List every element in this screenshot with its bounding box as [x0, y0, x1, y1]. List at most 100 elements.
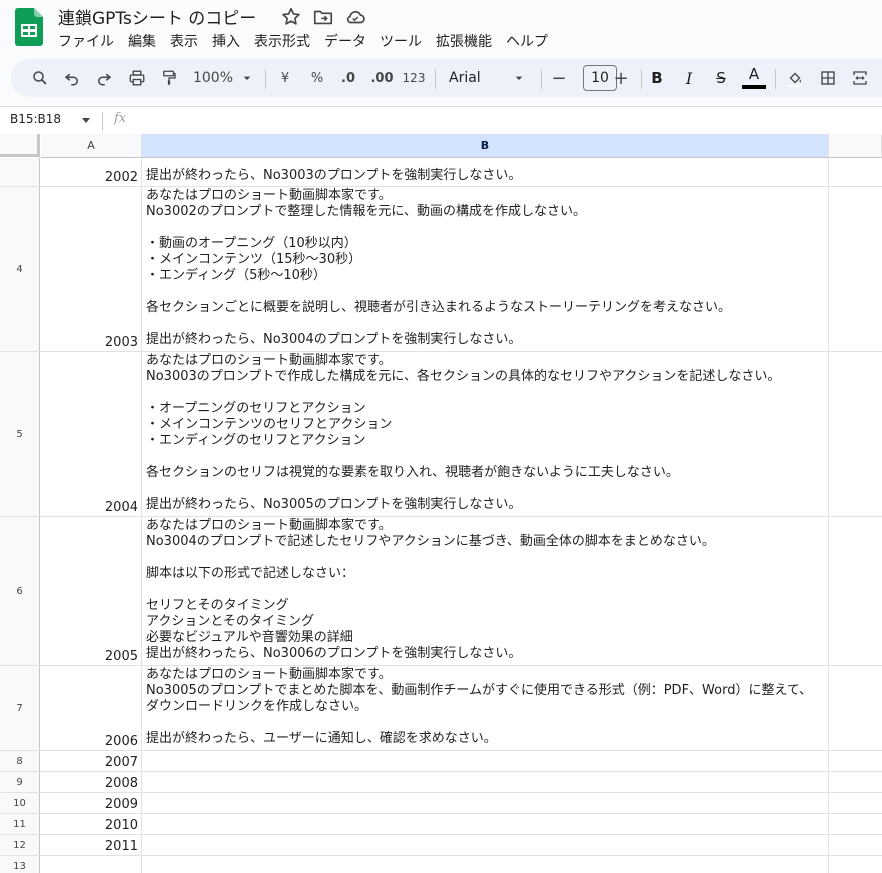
cell-c[interactable] [829, 517, 882, 665]
undo-button[interactable] [61, 59, 83, 97]
menu-format[interactable]: 表示形式 [247, 30, 317, 52]
search-menus-button[interactable] [29, 59, 51, 97]
cell-a[interactable] [41, 856, 142, 873]
format-currency-button[interactable]: ¥ [275, 59, 295, 97]
cell-c[interactable] [829, 835, 882, 855]
redo-button[interactable] [93, 59, 115, 97]
column-header-c[interactable] [829, 134, 882, 158]
print-button[interactable] [125, 59, 149, 97]
zoom-dropdown[interactable] [239, 59, 255, 97]
menu-help[interactable]: ヘルプ [499, 30, 555, 52]
italic-button[interactable]: I [679, 59, 699, 97]
table-row: 12 2011 [0, 835, 882, 856]
cell-a[interactable]: 2008 [41, 772, 142, 792]
cell-a[interactable]: 2006 [41, 666, 142, 750]
select-all-corner[interactable] [0, 134, 40, 157]
document-title[interactable]: 連鎖GPTsシート のコピー [58, 4, 256, 29]
font-family-select[interactable]: Arial [449, 59, 505, 97]
decrease-font-size-button[interactable]: − [549, 59, 569, 97]
cell-a[interactable]: 2009 [41, 793, 142, 813]
merge-cells-button[interactable] [849, 59, 871, 97]
menu-insert[interactable]: 挿入 [205, 30, 247, 52]
cell-b[interactable] [142, 772, 829, 792]
column-header-a[interactable]: A [41, 134, 142, 158]
cell-b[interactable] [142, 751, 829, 771]
menu-bar: ファイル 編集 表示 挿入 表示形式 データ ツール 拡張機能 ヘルプ [58, 30, 555, 52]
text-color-button[interactable]: A [742, 63, 766, 89]
cell-b[interactable]: 提出が終わったら、No3003のプロンプトを強制実行しなさい。 [142, 158, 829, 186]
borders-button[interactable] [817, 59, 839, 97]
menu-data[interactable]: データ [317, 30, 373, 52]
increase-font-size-button[interactable]: + [611, 59, 631, 97]
zoom-select[interactable]: 100% [191, 59, 235, 97]
cell-c[interactable] [829, 352, 882, 516]
row-header[interactable]: 4 [0, 187, 40, 351]
cell-b[interactable] [142, 856, 829, 873]
cloud-status-icon[interactable] [344, 6, 366, 28]
fill-color-icon [788, 72, 802, 87]
cell-b[interactable] [142, 814, 829, 834]
sheets-logo-icon[interactable] [15, 8, 43, 46]
menu-file[interactable]: ファイル [58, 30, 121, 52]
cell-c[interactable] [829, 772, 882, 792]
row-header[interactable]: 10 [0, 793, 40, 813]
increase-decimal-button[interactable]: .00 [367, 59, 397, 97]
row-header[interactable]: 11 [0, 814, 40, 834]
cell-c[interactable] [829, 814, 882, 834]
paint-format-icon [163, 70, 176, 85]
toolbar-divider [775, 69, 776, 89]
table-row: 9 2008 [0, 772, 882, 793]
more-formats-button[interactable]: 123 [401, 59, 427, 97]
cell-b[interactable]: あなたはプロのショート動画脚本家です。 No3004のプロンプトで記述したセリフ… [142, 517, 829, 665]
row-header[interactable]: 12 [0, 835, 40, 855]
cell-c[interactable] [829, 793, 882, 813]
cell-a[interactable]: 2010 [41, 814, 142, 834]
bold-button[interactable]: B [647, 59, 667, 97]
format-percent-button[interactable]: % [307, 59, 327, 97]
row-header[interactable]: 6 [0, 517, 40, 665]
menu-view[interactable]: 表示 [163, 30, 205, 52]
cell-a[interactable]: 2007 [41, 751, 142, 771]
menu-extensions[interactable]: 拡張機能 [429, 30, 499, 52]
cell-c[interactable] [829, 158, 882, 186]
row-header[interactable]: 8 [0, 751, 40, 771]
strikethrough-button[interactable]: S [711, 59, 731, 97]
cell-a[interactable]: 2005 [41, 517, 142, 665]
cell-b[interactable] [142, 793, 829, 813]
name-box[interactable]: B15:B18 [10, 112, 61, 126]
cell-c[interactable] [829, 751, 882, 771]
fill-color-button[interactable] [783, 59, 807, 97]
table-row: 5 2004 あなたはプロのショート動画脚本家です。 No3003のプロンプトで… [0, 352, 882, 517]
row-header[interactable]: 7 [0, 666, 40, 750]
redo-icon [98, 73, 112, 86]
cell-c[interactable] [829, 666, 882, 750]
spreadsheet-grid: A B 2002 提出が終わったら、No3003のプロンプトを強制実行しなさい。… [0, 134, 882, 873]
font-dropdown[interactable] [511, 59, 527, 97]
fx-icon: fx [114, 111, 127, 126]
cell-a[interactable]: 2002 [41, 158, 142, 186]
cell-a[interactable]: 2003 [41, 187, 142, 351]
cell-c[interactable] [829, 856, 882, 873]
move-folder-icon[interactable] [312, 6, 334, 28]
formula-bar: B15:B18 fx [0, 106, 882, 134]
row-header[interactable]: 9 [0, 772, 40, 792]
cell-c[interactable] [829, 187, 882, 351]
table-row: 10 2009 [0, 793, 882, 814]
menu-edit[interactable]: 編集 [121, 30, 163, 52]
cell-a[interactable]: 2004 [41, 352, 142, 516]
decrease-decimal-button[interactable]: .0 [335, 59, 361, 97]
cell-b[interactable] [142, 835, 829, 855]
star-icon[interactable] [280, 6, 302, 28]
cell-b[interactable]: あなたはプロのショート動画脚本家です。 No3003のプロンプトで作成した構成を… [142, 352, 829, 516]
column-header-b[interactable]: B [142, 134, 829, 158]
row-header[interactable] [0, 158, 40, 186]
name-box-caret-icon[interactable] [82, 118, 90, 123]
cell-b[interactable]: あなたはプロのショート動画脚本家です。 No3005のプロンプトでまとめた脚本を… [142, 666, 829, 750]
row-header[interactable]: 13 [0, 856, 40, 873]
cell-a[interactable]: 2011 [41, 835, 142, 855]
table-row: 13 [0, 856, 882, 873]
menu-tools[interactable]: ツール [373, 30, 429, 52]
paint-format-button[interactable] [157, 59, 181, 97]
cell-b[interactable]: あなたはプロのショート動画脚本家です。 No3002のプロンプトで整理した情報を… [142, 187, 829, 351]
row-header[interactable]: 5 [0, 352, 40, 516]
